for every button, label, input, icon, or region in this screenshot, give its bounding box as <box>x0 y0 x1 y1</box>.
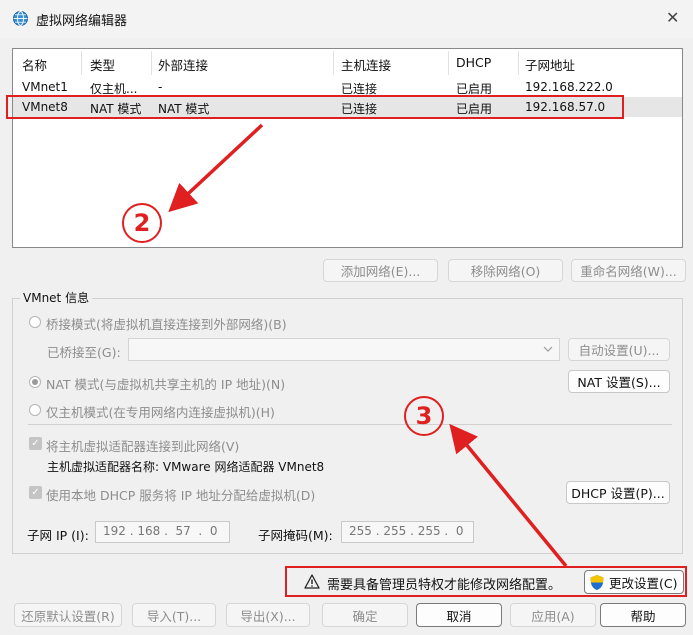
arrow-to-list <box>168 123 264 213</box>
annotation-arrows <box>168 123 568 568</box>
annotation-step-3: 3 <box>404 396 444 436</box>
arrow-to-change-settings <box>449 423 568 568</box>
annotation-step-2: 2 <box>122 203 162 243</box>
